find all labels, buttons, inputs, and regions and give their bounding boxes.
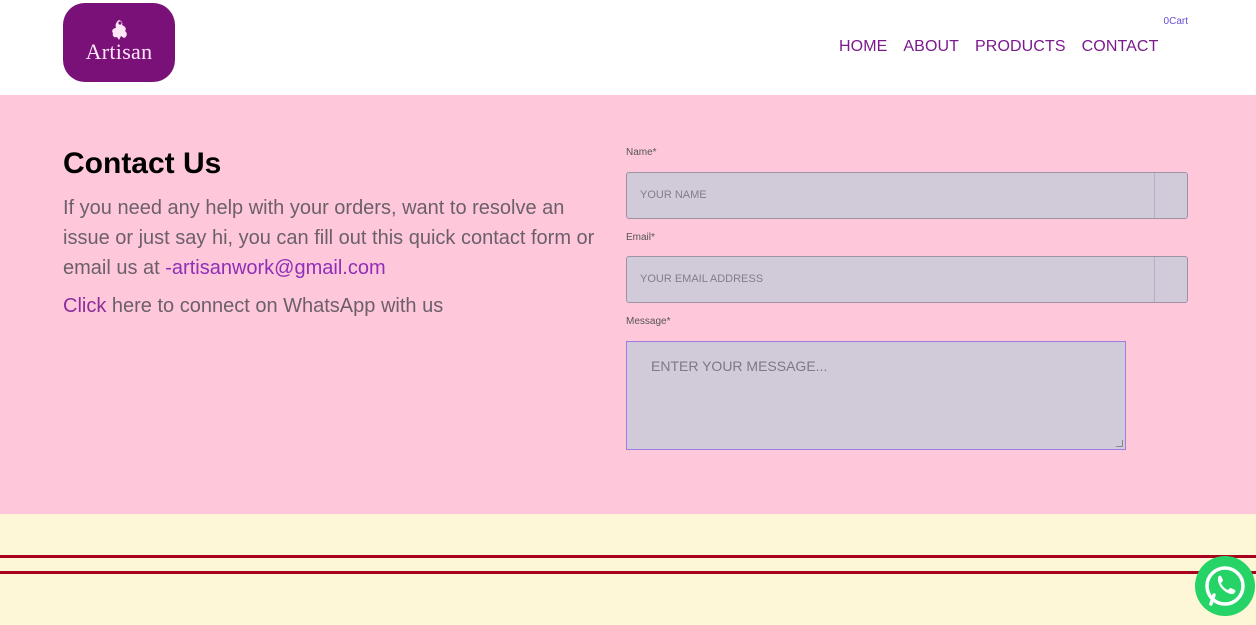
resize-handle[interactable] bbox=[1116, 440, 1123, 447]
name-label: Name* bbox=[626, 147, 657, 158]
nav-contact[interactable]: CONTACT bbox=[1082, 38, 1159, 56]
email-input-divider bbox=[1154, 257, 1155, 302]
email-label: Email* bbox=[626, 232, 655, 243]
footer-line-top bbox=[0, 555, 1256, 558]
cart-link[interactable]: 0Cart bbox=[1164, 16, 1188, 27]
nav-about[interactable]: ABOUT bbox=[903, 38, 959, 56]
nav-home[interactable]: HOME bbox=[839, 38, 887, 56]
email-input[interactable]: YOUR EMAIL ADDRESS bbox=[626, 256, 1188, 303]
name-placeholder: YOUR NAME bbox=[640, 189, 707, 201]
whatsapp-line: Click here to connect on WhatsApp with u… bbox=[63, 295, 443, 318]
page-title: Contact Us bbox=[63, 147, 222, 180]
main-nav: HOME ABOUT PRODUCTS CONTACT bbox=[839, 38, 1158, 56]
artisan-logo[interactable]: Artisan bbox=[63, 3, 175, 82]
whatsapp-floating-button[interactable] bbox=[1195, 556, 1255, 616]
email-link[interactable]: -artisanwork@gmail.com bbox=[165, 257, 385, 279]
message-label: Message* bbox=[626, 316, 671, 327]
contact-intro: If you need any help with your orders, w… bbox=[63, 193, 613, 283]
whatsapp-line-text: here to connect on WhatsApp with us bbox=[106, 295, 444, 317]
footer-band bbox=[0, 514, 1256, 625]
nav-products[interactable]: PRODUCTS bbox=[975, 38, 1066, 56]
contact-section: Contact Us If you need any help with you… bbox=[0, 95, 1256, 514]
name-input-divider bbox=[1154, 173, 1155, 218]
whatsapp-click-link[interactable]: Click bbox=[63, 295, 106, 317]
footer-line-bottom bbox=[0, 571, 1256, 574]
name-input[interactable]: YOUR NAME bbox=[626, 172, 1188, 219]
site-header: Artisan 0Cart HOME ABOUT PRODUCTS CONTAC… bbox=[0, 0, 1256, 95]
whatsapp-icon bbox=[1205, 566, 1245, 606]
email-placeholder: YOUR EMAIL ADDRESS bbox=[640, 273, 764, 285]
logo-text: Artisan bbox=[85, 38, 153, 64]
message-textarea[interactable]: ENTER YOUR MESSAGE... bbox=[626, 341, 1126, 450]
message-placeholder: ENTER YOUR MESSAGE... bbox=[651, 358, 828, 374]
